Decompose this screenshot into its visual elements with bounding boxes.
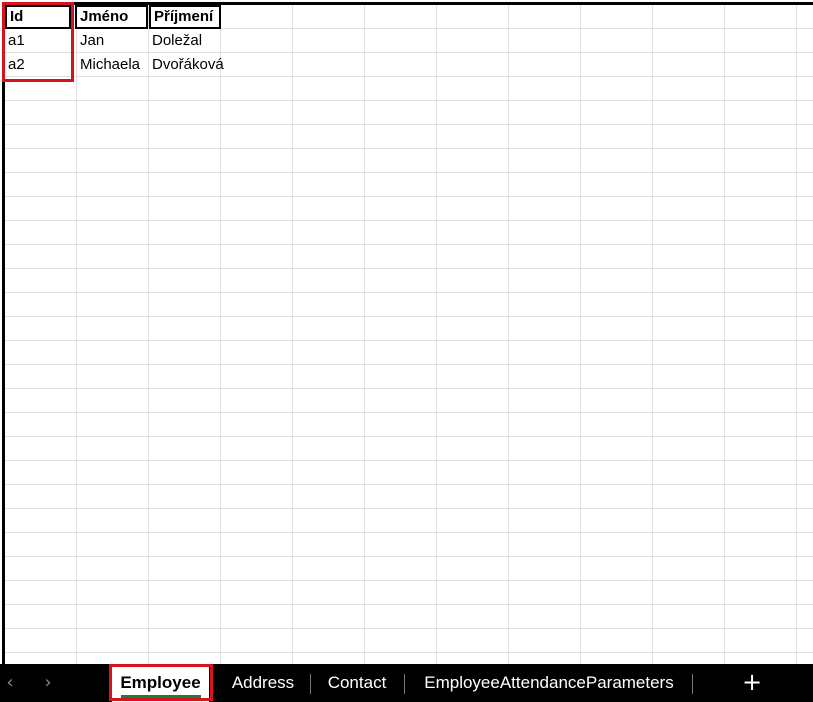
tab-address[interactable]: Address [222, 664, 304, 702]
cell-jmeno-row-1[interactable]: Jan [77, 29, 149, 53]
header-cell-jmeno[interactable]: Jméno [75, 5, 148, 29]
tab-contact[interactable]: Contact [318, 664, 396, 702]
id-column-highlight [2, 2, 74, 82]
tab-separator [404, 674, 405, 694]
tab-separator [310, 674, 311, 694]
tab-separator [692, 674, 693, 694]
next-sheet-icon[interactable]: › [38, 664, 58, 702]
cell-prijmeni-row-2[interactable]: Dvořáková [149, 53, 249, 77]
add-sheet-icon[interactable]: + [740, 664, 764, 702]
header-cell-prijmeni[interactable]: Příjmení [149, 5, 221, 29]
prev-sheet-icon[interactable]: ‹ [0, 664, 20, 702]
cell-prijmeni-row-1[interactable]: Doležal [149, 29, 239, 53]
spreadsheet-grid[interactable]: Id Jméno Příjmení a1 Jan Doležal a2 Mich… [5, 5, 813, 664]
employee-tab-highlight [109, 664, 213, 701]
cell-jmeno-row-2[interactable]: Michaela [77, 53, 149, 77]
tab-employee-attendance-parameters[interactable]: EmployeeAttendanceParameters [414, 664, 684, 702]
